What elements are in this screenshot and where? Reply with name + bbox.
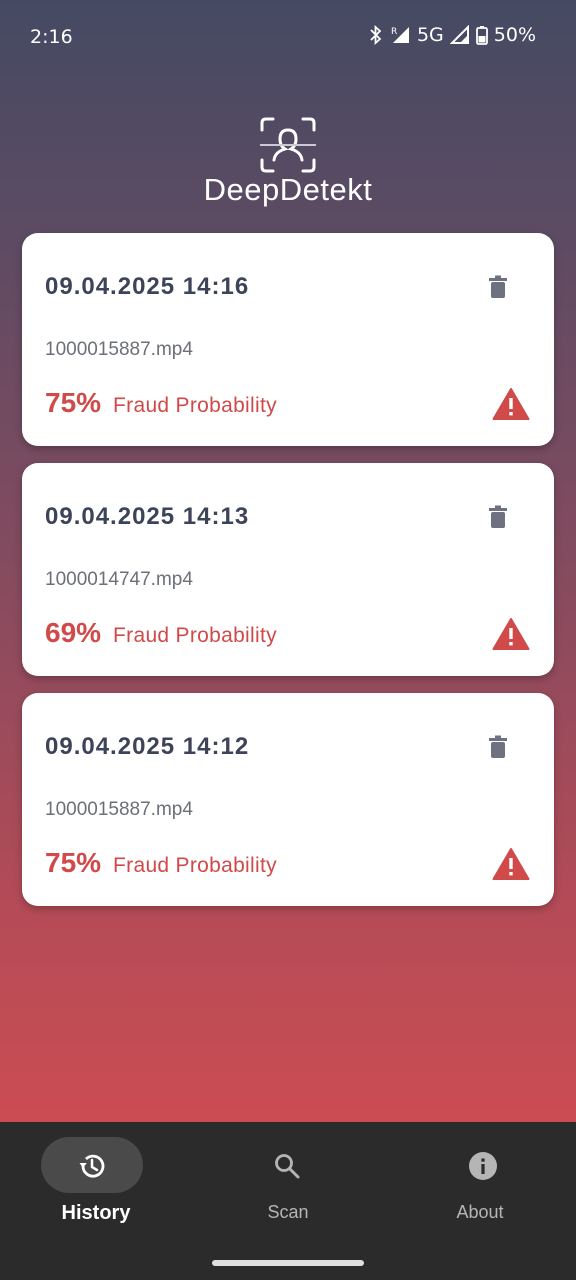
file-name: 1000014747.mp4	[45, 569, 193, 590]
face-scan-logo-icon	[258, 116, 318, 174]
bottom-navigation: History Scan About	[0, 1122, 576, 1280]
nav-label-about: About	[456, 1202, 504, 1222]
file-name: 1000015887.mp4	[45, 339, 193, 360]
probability-label: Fraud Probability	[113, 854, 277, 877]
nav-item-about[interactable]: About	[384, 1122, 576, 1242]
svg-text:R: R	[391, 27, 397, 37]
trash-icon	[488, 735, 508, 763]
probability-value: 69%	[45, 617, 102, 648]
probability-label: Fraud Probability	[113, 394, 277, 417]
nav-item-scan[interactable]: Scan	[192, 1122, 384, 1242]
warning-icon	[492, 617, 530, 651]
bluetooth-icon	[369, 25, 383, 45]
status-bar: 2:16 R 5G 50%	[0, 0, 576, 72]
nav-label-scan: Scan	[267, 1202, 309, 1222]
status-icons: R 5G 50%	[369, 24, 536, 46]
probability-value: 75%	[45, 847, 102, 878]
warning-icon	[492, 387, 530, 421]
search-icon	[273, 1152, 301, 1180]
delete-button[interactable]	[482, 733, 514, 765]
trash-icon	[488, 275, 508, 303]
nav-label-history: History	[61, 1202, 131, 1224]
battery-icon	[475, 25, 488, 45]
scan-date: 09.04.2025 14:13	[45, 503, 250, 530]
scan-date: 09.04.2025 14:12	[45, 733, 250, 760]
app-title: DeepDetekt	[203, 172, 373, 207]
signal-icon	[449, 25, 470, 45]
delete-button[interactable]	[482, 503, 514, 535]
fraud-probability: 75% Fraud Probability	[45, 387, 277, 419]
delete-button[interactable]	[482, 273, 514, 305]
trash-icon	[488, 505, 508, 533]
info-icon	[469, 1152, 497, 1180]
scan-date: 09.04.2025 14:16	[45, 273, 250, 300]
file-name: 1000015887.mp4	[45, 799, 193, 820]
nav-item-history[interactable]: History	[0, 1122, 192, 1242]
history-icon	[78, 1152, 106, 1180]
fraud-probability: 75% Fraud Probability	[45, 847, 277, 879]
network-type: 5G	[416, 24, 444, 46]
probability-value: 75%	[45, 387, 102, 418]
battery-percent: 50%	[493, 24, 536, 46]
signal-roaming-icon: R	[389, 25, 411, 45]
probability-label: Fraud Probability	[113, 624, 277, 647]
history-card[interactable]: 09.04.2025 14:12 1000015887.mp4 75% Frau…	[22, 693, 554, 906]
warning-icon	[492, 847, 530, 881]
history-card[interactable]: 09.04.2025 14:16 1000015887.mp4 75% Frau…	[22, 233, 554, 446]
app-background: 2:16 R 5G 50% DeepDetekt 09.04.2025 14:1…	[0, 0, 576, 1122]
history-card[interactable]: 09.04.2025 14:13 1000014747.mp4 69% Frau…	[22, 463, 554, 676]
fraud-probability: 69% Fraud Probability	[45, 617, 277, 649]
home-indicator[interactable]	[212, 1260, 364, 1266]
status-time: 2:16	[30, 26, 73, 48]
